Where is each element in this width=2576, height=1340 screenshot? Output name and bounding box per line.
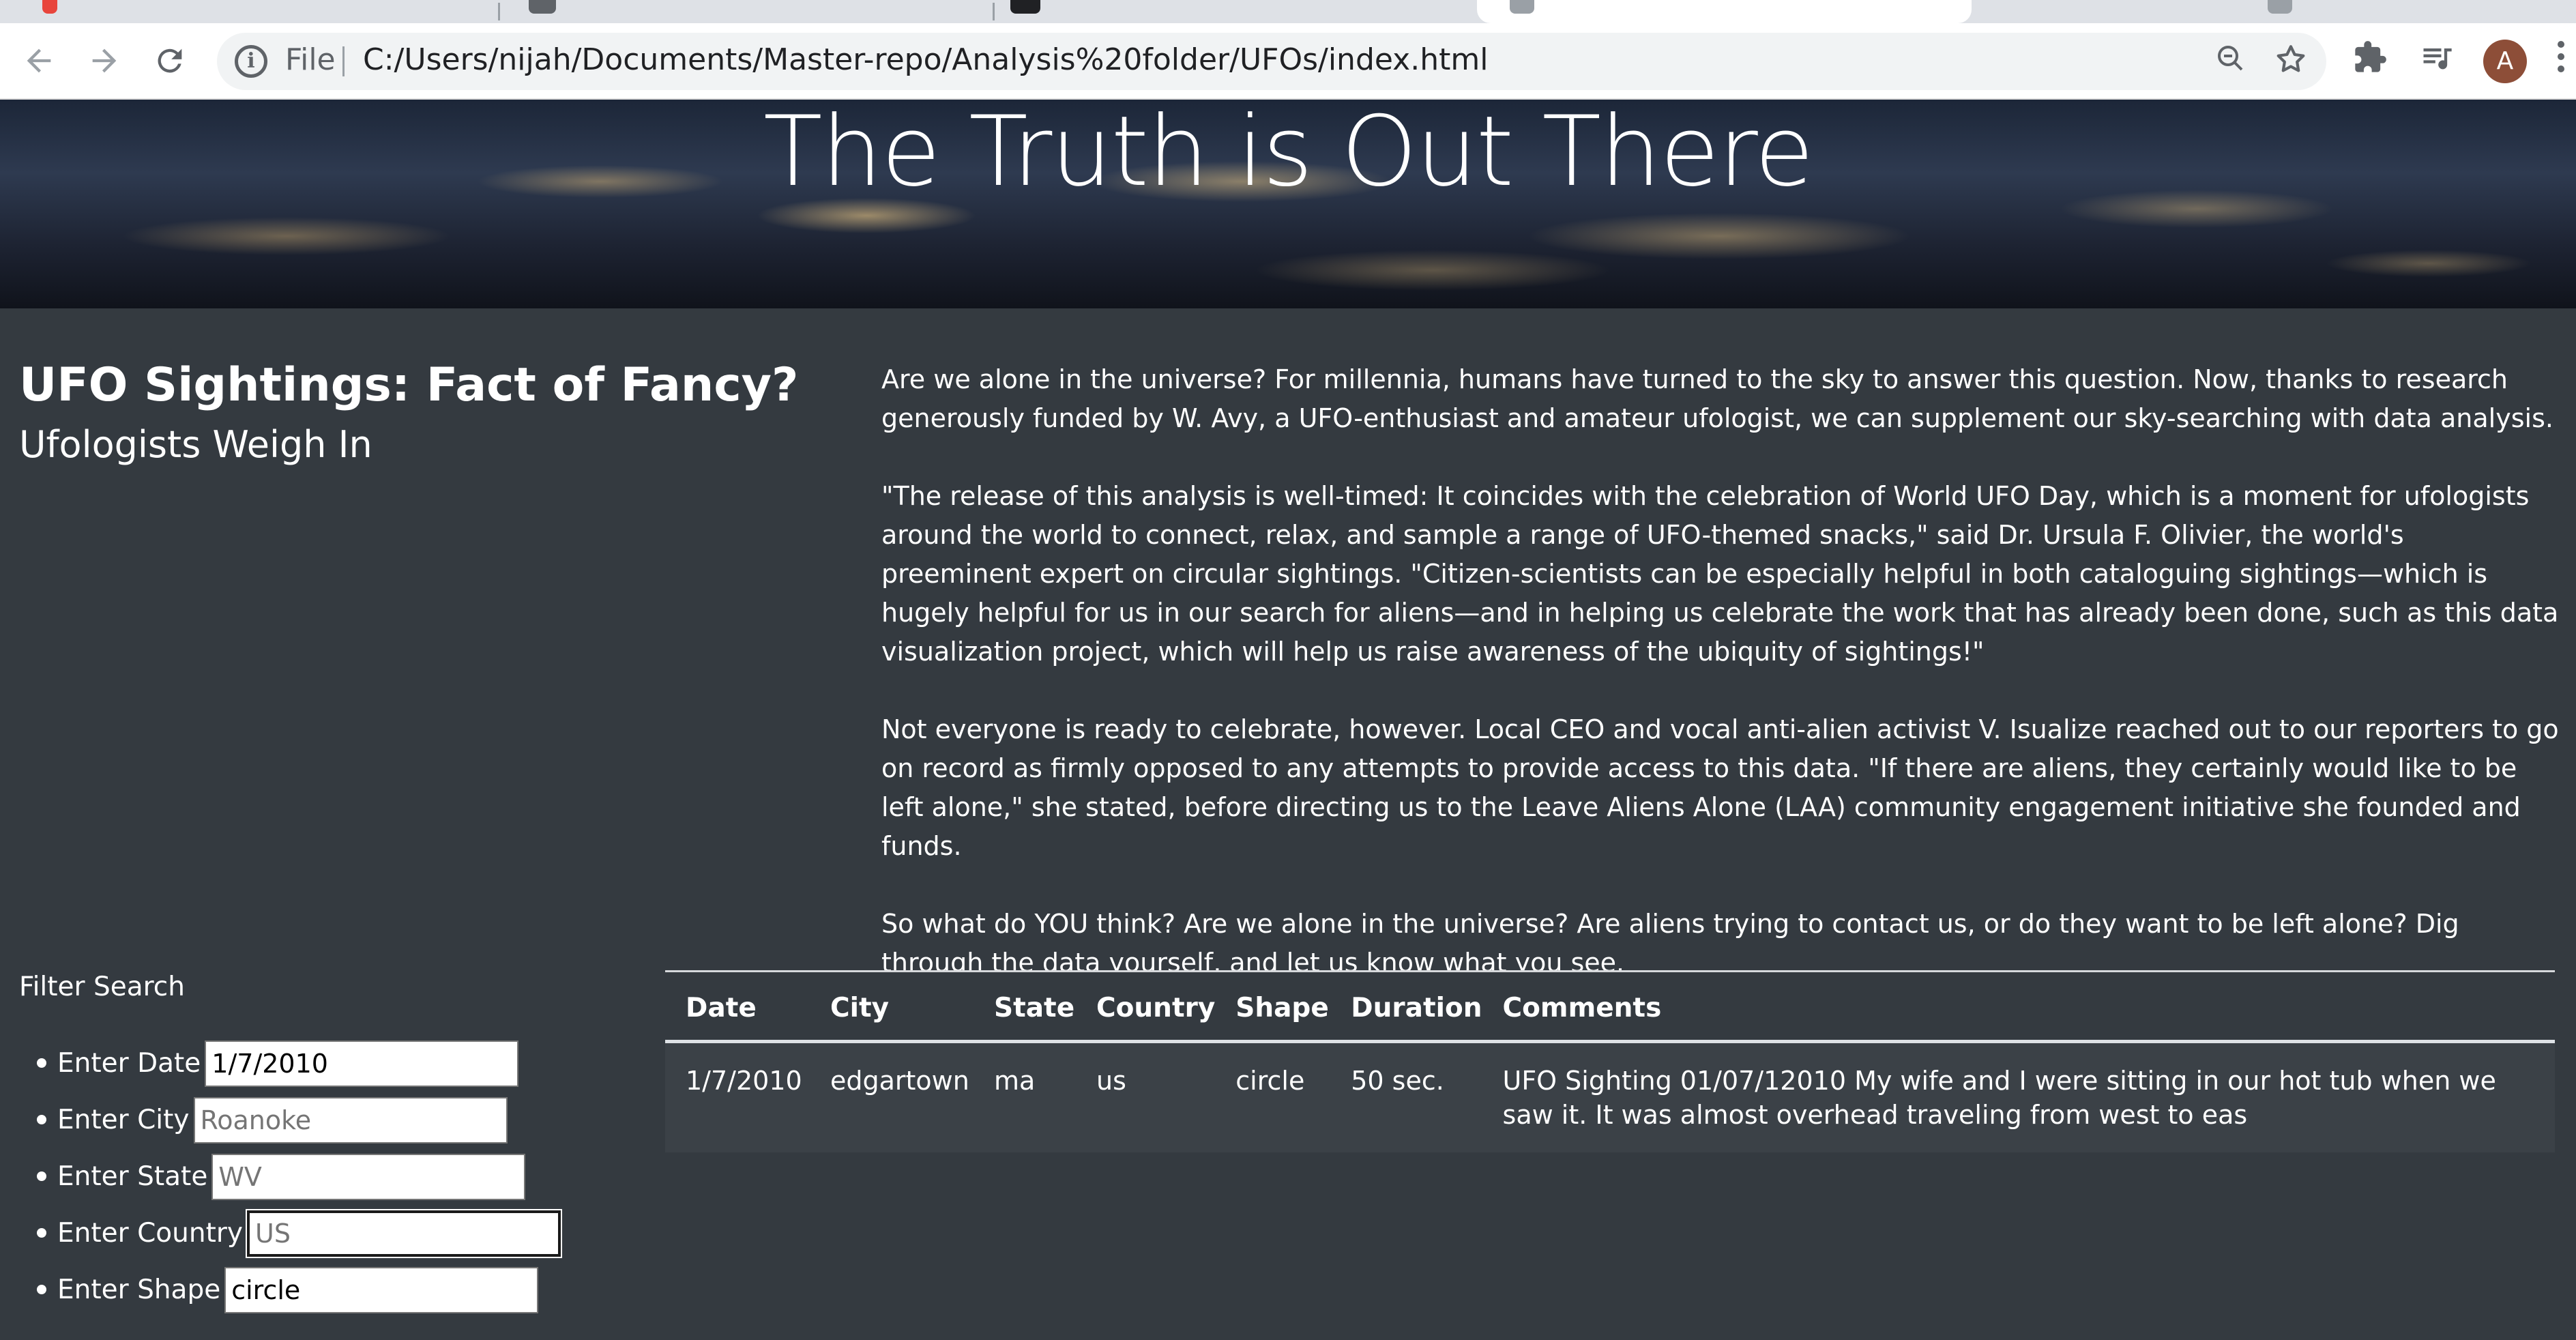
hero-title: The Truth is Out There <box>763 100 1814 208</box>
browser-tab[interactable] <box>505 0 996 23</box>
date-input[interactable] <box>205 1040 519 1087</box>
filter-item-shape: Enter Shape <box>37 1262 561 1318</box>
filter-list: Enter Date Enter City Enter State Enter … <box>37 1035 561 1318</box>
table-header-row: Date City State Country Shape Duration C… <box>665 972 2555 1043</box>
column-header-country: Country <box>1076 972 1216 1043</box>
column-header-state: State <box>974 972 1076 1043</box>
results-table-wrapper: Date City State Country Shape Duration C… <box>665 970 2555 1152</box>
cell-comments: UFO Sighting 01/07/12010 My wife and I w… <box>1482 1041 2555 1152</box>
cell-duration: 50 sec. <box>1330 1041 1482 1152</box>
filter-item-date: Enter Date <box>37 1035 561 1092</box>
cell-date: 1/7/2010 <box>665 1041 810 1152</box>
info-icon[interactable]: i <box>235 45 267 78</box>
column-header-comments: Comments <box>1482 972 2555 1043</box>
zoom-out-icon[interactable] <box>2212 42 2250 81</box>
tab-favicon-icon <box>1510 0 1534 14</box>
headline-sub: Ufologists Weigh In <box>19 423 372 466</box>
country-input[interactable] <box>247 1210 561 1257</box>
cell-shape: circle <box>1215 1041 1331 1152</box>
page-headline: UFO Sightings: Fact of Fancy? Ufologists… <box>19 362 838 478</box>
bullet-icon <box>37 1228 46 1238</box>
table-row: 1/7/2010 edgartown ma us circle 50 sec. … <box>665 1041 2555 1152</box>
media-queue-icon[interactable] <box>2415 40 2459 83</box>
date-label: Enter Date <box>57 1048 201 1079</box>
bullet-icon <box>37 1171 46 1181</box>
tab-favicon-icon <box>42 0 57 14</box>
column-header-city: City <box>810 972 974 1043</box>
puzzle-icon[interactable] <box>2348 40 2392 83</box>
column-header-shape: Shape <box>1215 972 1331 1043</box>
cell-country: us <box>1076 1041 1216 1152</box>
cell-city: edgartown <box>810 1041 974 1152</box>
browser-tab-active[interactable] <box>1477 0 1972 23</box>
bullet-icon <box>37 1285 46 1294</box>
tab-strip <box>0 0 2576 23</box>
star-icon[interactable] <box>2272 42 2310 81</box>
filter-item-state: Enter State <box>37 1148 561 1205</box>
tab-separator <box>498 3 500 20</box>
tab-favicon-icon <box>1010 0 1040 14</box>
country-label: Enter Country <box>57 1218 244 1249</box>
article-body: Are we alone in the universe? For millen… <box>881 360 2560 1021</box>
browser-tab[interactable] <box>1010 0 1487 23</box>
city-label: Enter City <box>57 1105 190 1135</box>
bullet-icon <box>37 1115 46 1124</box>
filter-item-city: Enter City <box>37 1092 561 1148</box>
hero-banner: The Truth is Out There <box>0 100 2576 308</box>
browser-tab[interactable] <box>0 0 491 23</box>
scheme-label: File <box>285 42 336 77</box>
address-bar[interactable]: i File C:/Users/nijah/Documents/Master-r… <box>217 33 2326 90</box>
cell-state: ma <box>974 1041 1076 1152</box>
shape-label: Enter Shape <box>57 1275 221 1305</box>
ufo-table: Date City State Country Shape Duration C… <box>665 972 2555 1152</box>
filter-item-country: Enter Country <box>37 1205 561 1262</box>
column-header-date: Date <box>665 972 810 1043</box>
reload-icon[interactable] <box>146 37 194 85</box>
filter-search-title: Filter Search <box>19 972 185 1002</box>
shape-input[interactable] <box>224 1266 539 1313</box>
article-paragraph: Are we alone in the universe? For millen… <box>881 364 2553 433</box>
tab-favicon-icon <box>529 0 556 14</box>
kebab-menu-icon[interactable] <box>2553 41 2569 82</box>
back-arrow-icon[interactable] <box>15 37 63 85</box>
tab-separator <box>993 3 995 20</box>
headline-main: UFO Sightings: Fact of Fancy? <box>19 358 799 412</box>
state-label: Enter State <box>57 1161 208 1192</box>
tab-favicon-icon <box>2268 0 2292 14</box>
column-header-duration: Duration <box>1330 972 1482 1043</box>
article-paragraph: "The release of this analysis is well-ti… <box>881 481 2559 667</box>
avatar[interactable]: A <box>2483 40 2527 83</box>
city-input[interactable] <box>193 1096 508 1144</box>
url-text[interactable]: C:/Users/nijah/Documents/Master-repo/Ana… <box>363 42 1488 77</box>
browser-toolbar: i File C:/Users/nijah/Documents/Master-r… <box>0 23 2576 100</box>
forward-arrow-icon[interactable] <box>80 37 128 85</box>
omnibox-separator <box>342 46 345 76</box>
bullet-icon <box>37 1058 46 1068</box>
state-input[interactable] <box>211 1153 526 1200</box>
browser-tab[interactable] <box>1972 0 2572 23</box>
article-paragraph: Not everyone is ready to celebrate, howe… <box>881 714 2559 861</box>
